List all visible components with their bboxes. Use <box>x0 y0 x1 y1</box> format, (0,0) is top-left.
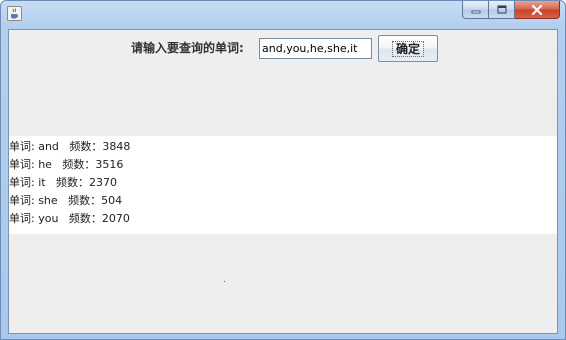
result-line: 单词: and 频数：3848 <box>9 140 131 153</box>
minimize-button[interactable] <box>462 1 489 19</box>
result-line: 单词: you 频数：2070 <box>9 212 130 225</box>
results-text-area[interactable]: 单词: and 频数：3848 单词: he 频数：3516 单词: it 频数… <box>9 136 557 234</box>
close-button[interactable] <box>515 1 560 19</box>
title-bar[interactable] <box>1 1 565 27</box>
confirm-button[interactable]: 确定 <box>378 35 438 62</box>
minimize-icon <box>471 10 480 13</box>
result-line: 单词: he 频数：3516 <box>9 158 124 171</box>
result-line: 单词: she 频数：504 <box>9 194 123 207</box>
stray-pixel <box>224 281 225 282</box>
maximize-icon <box>497 5 506 14</box>
maximize-button[interactable] <box>489 1 515 19</box>
word-query-input[interactable] <box>259 38 372 59</box>
result-line: 单词: it 频数：2370 <box>9 176 118 189</box>
content-panel: 请输入要查询的单词: 确定 单词: and 频数：3848 单词: he 频数：… <box>8 29 558 334</box>
java-cup-icon <box>7 6 22 21</box>
query-prompt-label: 请输入要查询的单词: <box>131 41 244 55</box>
confirm-button-label: 确定 <box>391 40 424 57</box>
close-icon <box>531 4 543 15</box>
window-controls <box>462 1 560 19</box>
app-window: 请输入要查询的单词: 确定 单词: and 频数：3848 单词: he 频数：… <box>0 0 566 340</box>
